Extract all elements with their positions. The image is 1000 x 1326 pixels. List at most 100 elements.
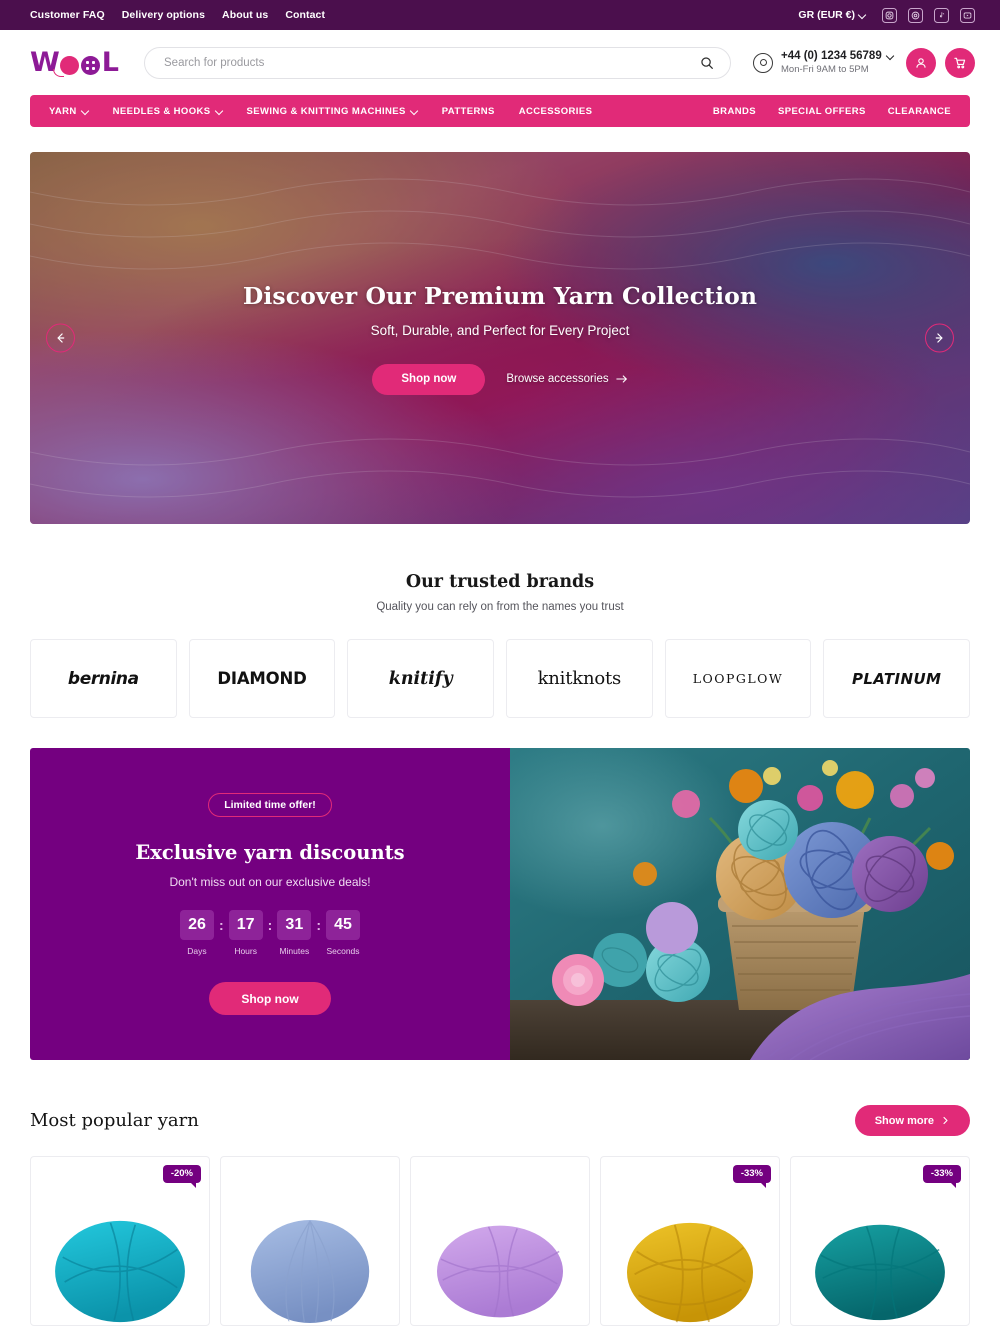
topbar-link-contact[interactable]: Contact (285, 9, 325, 21)
product-card[interactable] (220, 1156, 400, 1326)
brand-card-platinum[interactable]: PLATINUM (823, 639, 970, 718)
header-action-buttons (906, 47, 975, 78)
brand-card-knitify[interactable]: knitify (347, 639, 494, 718)
hero-carousel: Discover Our Premium Yarn Collection Sof… (30, 152, 970, 524)
countdown-unit-days: 26 Days (179, 910, 214, 956)
discount-badge: -33% (922, 1165, 961, 1188)
discount-badge: -33% (732, 1165, 771, 1188)
nav-item-sewing-knitting-machines[interactable]: SEWING & KNITTING MACHINES (247, 106, 418, 117)
promo-subtitle: Don't miss out on our exclusive deals! (169, 875, 371, 889)
yarn-ball-icon (52, 56, 79, 77)
countdown-separator: : (218, 917, 224, 933)
countdown-separator: : (267, 917, 273, 933)
tiktok-icon[interactable] (934, 7, 949, 23)
brand-logo-text: knitify (388, 668, 453, 689)
brand-card-loopglow[interactable]: LOOPGLOW (664, 639, 812, 718)
hero-title: Discover Our Premium Yarn Collection (242, 281, 758, 310)
product-image (627, 1222, 753, 1323)
chevron-right-icon (943, 1116, 948, 1125)
brand-logo-text: PLATINUM (851, 669, 942, 688)
countdown-label: Minutes (279, 946, 310, 956)
promo-title: Exclusive yarn discounts (135, 841, 405, 864)
trusted-brands-section: Our trusted brands Quality you can rely … (0, 572, 1000, 718)
hero-subtitle: Soft, Durable, and Perfect for Every Pro… (370, 322, 630, 338)
product-grid: -20% -33% -33% (30, 1156, 970, 1326)
nav-label: NEEDLES & HOOKS (112, 105, 211, 117)
promo-banner: Limited time offer! Exclusive yarn disco… (30, 748, 970, 1060)
hero-actions: Shop now Browse accessories (372, 363, 627, 395)
nav-item-special-offers[interactable]: SPECIAL OFFERS (778, 106, 866, 117)
topbar-link-delivery-options[interactable]: Delivery options (122, 9, 205, 21)
nav-item-needles-hooks[interactable]: NEEDLES & HOOKS (113, 106, 223, 117)
logo-letter-l: L (101, 47, 119, 78)
youtube-icon[interactable] (960, 7, 975, 23)
product-image (250, 1219, 370, 1324)
search-input[interactable] (164, 56, 700, 69)
topbar-right-group: GR (EUR €) (798, 7, 975, 23)
nav-item-patterns[interactable]: PATTERNS (442, 106, 495, 117)
nav-item-brands[interactable]: BRANDS (713, 106, 756, 117)
topbar-link-about-us[interactable]: About us (222, 9, 268, 21)
countdown-value: 45 (326, 910, 360, 940)
brand-card-bernina[interactable]: bernina (30, 639, 177, 718)
nav-label: SEWING & KNITTING MACHINES (246, 105, 406, 117)
phone-number: +44 (0) 1234 56789 (781, 50, 882, 63)
nav-item-clearance[interactable]: CLEARANCE (888, 106, 951, 117)
main-navigation: YARN NEEDLES & HOOKS SEWING & KNITTING M… (30, 95, 970, 127)
hero-content: Discover Our Premium Yarn Collection Sof… (30, 152, 970, 524)
search-submit-button[interactable] (700, 56, 714, 70)
contact-info[interactable]: +44 (0) 1234 56789 Mon-Fri 9AM to 5PM (753, 49, 894, 75)
chevron-down-icon (82, 108, 89, 115)
site-logo[interactable]: W L (30, 47, 122, 78)
instagram-icon[interactable] (882, 7, 897, 23)
nav-item-yarn[interactable]: YARN (49, 106, 89, 117)
brand-logo-text: bernina (67, 668, 139, 689)
promo-content: Limited time offer! Exclusive yarn disco… (30, 748, 510, 1060)
promo-shop-now-button[interactable]: Shop now (209, 982, 331, 1015)
promo-image (510, 748, 970, 1060)
brands-subtitle: Quality you can rely on from the names y… (376, 601, 624, 613)
cart-button[interactable] (945, 47, 975, 78)
countdown-label: Seconds (326, 946, 360, 956)
product-card[interactable]: -33% (600, 1156, 780, 1326)
show-more-label: Show more (874, 1114, 934, 1127)
pinterest-icon[interactable] (908, 7, 923, 23)
limited-time-badge: Limited time offer! (208, 793, 332, 817)
product-card[interactable]: -20% (30, 1156, 210, 1326)
search-bar[interactable] (144, 46, 731, 79)
show-more-button[interactable]: Show more (854, 1105, 970, 1136)
currency-selector[interactable]: GR (EUR €) (798, 9, 866, 21)
account-button[interactable] (906, 47, 936, 78)
nav-label: YARN (49, 105, 77, 117)
link-label: Browse accessories (506, 373, 609, 385)
brand-card-knitknots[interactable]: knitknots (506, 639, 653, 718)
brand-grid: bernina DIAMOND knitify knitknots LOOPGL… (30, 639, 970, 718)
arrow-right-icon (615, 375, 627, 383)
brand-logo-text: LOOPGLOW (692, 671, 784, 686)
product-image (815, 1224, 945, 1321)
nav-primary-group: YARN NEEDLES & HOOKS SEWING & KNITTING M… (49, 106, 592, 117)
currency-label: GR (EUR €) (798, 9, 855, 21)
countdown-value: 26 (179, 910, 214, 940)
site-header: W L +44 (0) 1234 56789 Mon-Fri 9AM to 5P… (0, 30, 1000, 95)
social-links (882, 7, 975, 23)
hero-shop-now-button[interactable]: Shop now (372, 363, 486, 395)
brand-card-diamond[interactable]: DIAMOND (188, 639, 336, 718)
brand-logo-text: knitknots (537, 668, 622, 689)
chevron-down-icon[interactable] (887, 53, 894, 60)
discount-badge: -20% (162, 1165, 201, 1188)
chevron-down-icon (216, 108, 223, 115)
product-image (55, 1220, 185, 1323)
product-card[interactable] (410, 1156, 590, 1326)
products-header: Most popular yarn Show more (30, 1105, 970, 1136)
hero-browse-accessories-link[interactable]: Browse accessories (506, 373, 627, 385)
opening-hours: Mon-Fri 9AM to 5PM (781, 63, 869, 75)
products-title: Most popular yarn (30, 1110, 199, 1131)
product-card[interactable]: -33% (790, 1156, 970, 1326)
nav-item-accessories[interactable]: ACCESSORIES (519, 106, 593, 117)
chevron-down-icon (859, 12, 866, 19)
topbar-link-customer-faq[interactable]: Customer FAQ (30, 9, 105, 21)
countdown-value: 17 (228, 910, 263, 940)
top-utility-bar: Customer FAQ Delivery options About us C… (0, 0, 1000, 30)
brand-logo-text: DIAMOND (217, 669, 307, 688)
